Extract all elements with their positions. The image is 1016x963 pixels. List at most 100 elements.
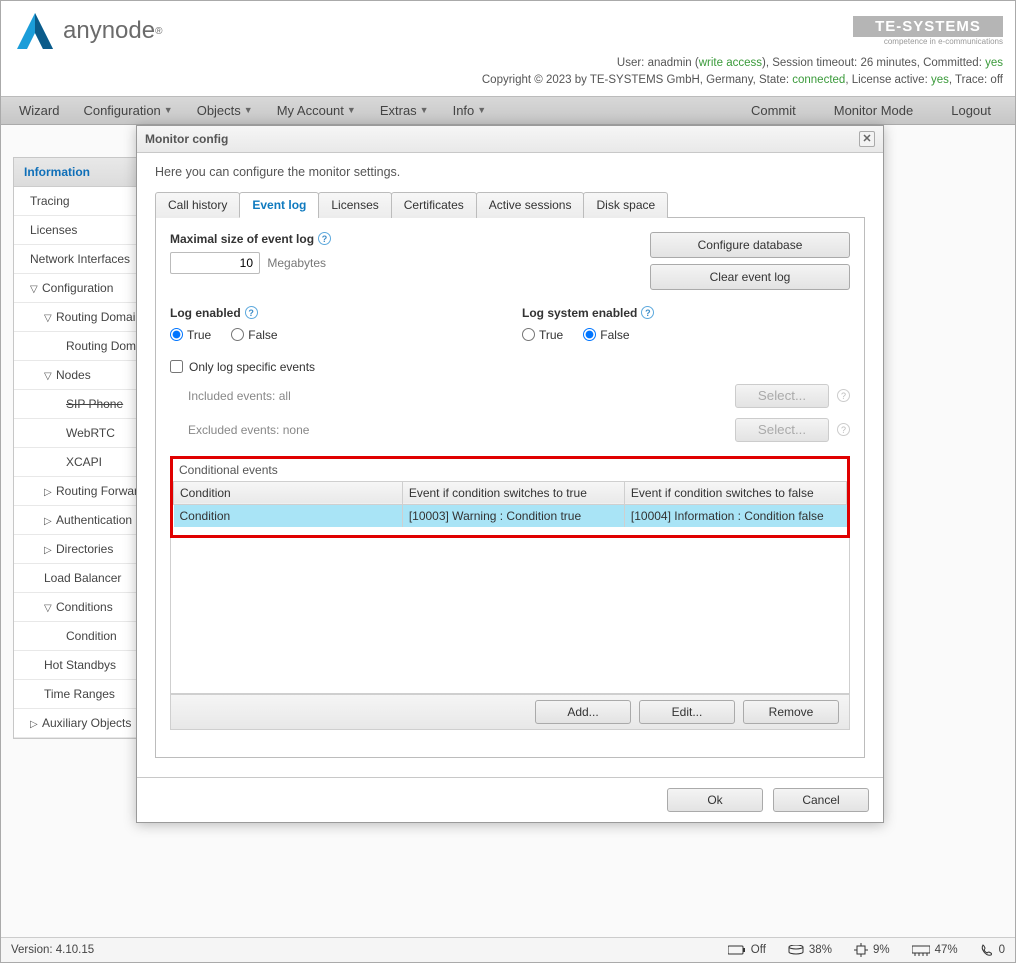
cancel-button[interactable]: Cancel — [773, 788, 869, 812]
tab-call-history[interactable]: Call history — [155, 192, 240, 218]
battery-icon — [728, 945, 746, 955]
te-logo-text: TE-SYSTEMS — [853, 16, 1003, 37]
col-event-false[interactable]: Event if condition switches to false — [624, 481, 846, 504]
chevron-right-icon: ▷ — [44, 545, 54, 556]
status-line-1: User: anadmin (write access), Session ti… — [1, 55, 1003, 72]
chevron-right-icon: ▷ — [44, 516, 54, 527]
edit-button[interactable]: Edit... — [639, 700, 735, 724]
menu-monitor-mode[interactable]: Monitor Mode — [824, 99, 923, 122]
log-enabled-true[interactable]: True — [170, 328, 211, 342]
menu-extras[interactable]: Extras▼ — [370, 99, 439, 122]
add-button[interactable]: Add... — [535, 700, 631, 724]
status-lines: User: anadmin (write access), Session ti… — [1, 55, 1015, 90]
disk-icon — [788, 945, 804, 956]
chevron-right-icon: ▷ — [44, 487, 54, 498]
included-select-button[interactable]: Select... — [735, 384, 829, 408]
chevron-down-icon: ▽ — [44, 603, 54, 614]
clear-event-log-button[interactable]: Clear event log — [650, 264, 850, 290]
statusbar: Version: 4.10.15 Off 38% 9% 47% 0 — [1, 937, 1015, 962]
status-trace: off — [990, 74, 1003, 86]
table-empty-space — [170, 538, 850, 694]
status-calls: 0 — [980, 943, 1005, 957]
close-icon: ✕ — [862, 132, 871, 145]
tab-certificates[interactable]: Certificates — [391, 192, 477, 218]
status-timeout: 26 minutes — [860, 57, 916, 69]
max-size-unit: Megabytes — [267, 256, 326, 270]
chevron-down-icon: ▽ — [30, 284, 40, 295]
table-footer: Add... Edit... Remove — [170, 694, 850, 730]
status-access: write access — [699, 57, 762, 69]
table-row[interactable]: Condition [10003] Warning : Condition tr… — [174, 504, 847, 527]
menu-commit[interactable]: Commit — [741, 99, 806, 122]
menubar: Wizard Configuration▼ Objects▼ My Accoun… — [1, 96, 1015, 125]
log-enabled-false[interactable]: False — [231, 328, 277, 342]
tab-content: Maximal size of event log ? Megabytes Co… — [155, 218, 865, 758]
body-area: Information Tracing Licenses Network Int… — [1, 125, 1015, 950]
phone-icon — [980, 943, 994, 957]
menu-objects[interactable]: Objects▼ — [187, 99, 263, 122]
status-cpu: 9% — [854, 943, 890, 957]
excluded-select-button[interactable]: Select... — [735, 418, 829, 442]
excluded-events-row: Excluded events: none Select... ? — [170, 418, 850, 442]
dialog-tabs: Call history Event log Licenses Certific… — [155, 191, 865, 218]
status-line-2: Copyright © 2023 by TE-SYSTEMS GmbH, Ger… — [1, 72, 1003, 89]
dialog-monitor-config: Monitor config ✕ Here you can configure … — [136, 125, 884, 823]
brand-name: anynode® — [63, 17, 162, 45]
tab-event-log[interactable]: Event log — [239, 192, 319, 218]
version-label: Version: 4.10.15 — [11, 944, 94, 956]
tab-licenses[interactable]: Licenses — [318, 192, 391, 218]
close-button[interactable]: ✕ — [859, 131, 875, 147]
tab-active-sessions[interactable]: Active sessions — [476, 192, 585, 218]
included-events-row: Included events: all Select... ? — [170, 384, 850, 408]
help-icon[interactable]: ? — [641, 306, 654, 319]
brand-logo: anynode® — [13, 9, 162, 53]
status-state: connected — [792, 74, 845, 86]
help-icon: ? — [837, 423, 850, 436]
log-system-enabled-false[interactable]: False — [583, 328, 629, 342]
included-events-label: Included events: all — [188, 389, 735, 403]
log-system-enabled-label: Log system enabled ? — [522, 306, 850, 320]
tab-disk-space[interactable]: Disk space — [583, 192, 668, 218]
te-logo-sub: competence in e-communications — [853, 37, 1003, 46]
chevron-down-icon: ▽ — [44, 313, 54, 324]
caret-down-icon: ▼ — [420, 105, 429, 115]
menu-logout[interactable]: Logout — [941, 99, 1001, 122]
dialog-titlebar: Monitor config ✕ — [137, 126, 883, 153]
log-system-enabled-true[interactable]: True — [522, 328, 563, 342]
status-power: Off — [728, 944, 766, 956]
log-enabled-label: Log enabled ? — [170, 306, 498, 320]
status-memory: 47% — [912, 944, 958, 956]
menu-info[interactable]: Info▼ — [443, 99, 497, 122]
remove-button[interactable]: Remove — [743, 700, 839, 724]
caret-down-icon: ▼ — [164, 105, 173, 115]
conditional-events-table: Condition Event if condition switches to… — [173, 481, 847, 527]
anynode-logo-icon — [13, 9, 57, 53]
brand-text: anynode — [63, 17, 155, 45]
dialog-description: Here you can configure the monitor setti… — [155, 165, 865, 179]
ok-button[interactable]: Ok — [667, 788, 763, 812]
dialog-title-text: Monitor config — [145, 132, 228, 146]
dialog-footer: Ok Cancel — [137, 777, 883, 822]
memory-icon — [912, 945, 930, 956]
chevron-right-icon: ▷ — [30, 719, 40, 730]
menu-wizard[interactable]: Wizard — [9, 99, 69, 122]
max-size-label: Maximal size of event log ? — [170, 232, 650, 246]
configure-database-button[interactable]: Configure database — [650, 232, 850, 258]
conditional-events-highlight: Conditional events Condition Event if co… — [170, 456, 850, 538]
menu-my-account[interactable]: My Account▼ — [267, 99, 366, 122]
col-condition[interactable]: Condition — [174, 481, 403, 504]
help-icon[interactable]: ? — [245, 306, 258, 319]
max-size-input[interactable] — [170, 252, 260, 274]
chevron-down-icon: ▽ — [44, 371, 54, 382]
col-event-true[interactable]: Event if condition switches to true — [402, 481, 624, 504]
menu-configuration[interactable]: Configuration▼ — [73, 99, 182, 122]
status-user: anadmin — [648, 57, 692, 69]
te-systems-logo: TE-SYSTEMS competence in e-communication… — [853, 16, 1003, 46]
only-log-checkbox[interactable]: Only log specific events — [170, 360, 850, 374]
dialog-body: Here you can configure the monitor setti… — [137, 153, 883, 768]
conditional-events-title: Conditional events — [173, 459, 847, 481]
cell-event-false: [10004] Information : Condition false — [624, 504, 846, 527]
excluded-events-label: Excluded events: none — [188, 423, 735, 437]
help-icon[interactable]: ? — [318, 232, 331, 245]
header: anynode® TE-SYSTEMS competence in e-comm… — [1, 1, 1015, 61]
